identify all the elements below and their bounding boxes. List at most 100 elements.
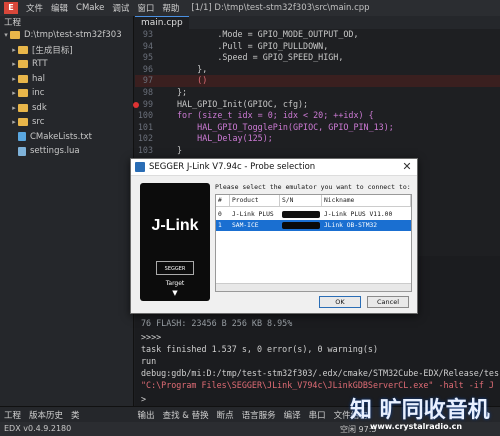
code-line[interactable]: 99 HAL_GPIO_Init(GPIOC, cfg); xyxy=(133,98,500,111)
watermark-text: 知 旷同收音机 xyxy=(350,398,490,423)
tree-item[interactable]: CMakeLists.txt xyxy=(0,130,133,145)
tree-item-label: inc xyxy=(32,88,45,99)
tree-item[interactable]: ▾ D:\tmp\test-stm32f303 xyxy=(0,28,133,43)
ok-button[interactable]: OK xyxy=(319,296,361,308)
code-text: () xyxy=(177,75,208,86)
line-number: 98 xyxy=(142,86,153,97)
code-line[interactable]: 100 for (size_t idx = 0; idx < 20; ++idx)… xyxy=(135,110,500,122)
tree-item[interactable]: ▸ sdk xyxy=(0,101,133,116)
code-text: }, xyxy=(177,63,208,74)
tab-breakpoints[interactable]: 断点 xyxy=(213,409,238,421)
probe-row-0[interactable]: 0 J-Link PLUS J-Link PLUS V11.00 xyxy=(216,209,411,220)
arrow-down-icon: ▼ xyxy=(172,289,178,297)
tree-item-label: hal xyxy=(32,73,45,84)
code-text: } xyxy=(177,144,183,155)
output-line: >>>> xyxy=(141,332,162,342)
tree-item[interactable]: ▸ [生成目标] xyxy=(0,43,133,58)
project-panel: 工程 ▾ D:\tmp\test-stm32f303 ▸ [生成目标] ▸ RTT ▸ hal… xyxy=(0,16,134,406)
tree-item[interactable]: settings.lua xyxy=(0,144,133,159)
code-line[interactable]: 93 .Mode = GPIO_MODE_OUTPUT_OD, xyxy=(135,29,500,41)
code-text: for (size_t idx = 0; idx < 20; ++idx) { xyxy=(177,110,374,121)
code-line[interactable]: 95 .Speed = GPIO_SPEED_HIGH, xyxy=(135,52,500,64)
code-line[interactable]: 98}; xyxy=(135,87,500,99)
folder-icon xyxy=(18,74,28,83)
segger-badge: SEGGER xyxy=(156,261,194,275)
code-line[interactable]: 102 HAL_Delay(125); xyxy=(135,133,500,145)
tree-item-label: CMakeLists.txt xyxy=(30,131,93,142)
horizontal-scrollbar[interactable] xyxy=(216,283,411,291)
tab-language-service[interactable]: 语言服务 xyxy=(238,409,280,421)
menu-file[interactable]: 文件 xyxy=(22,2,47,14)
menu-edit[interactable]: 编辑 xyxy=(47,2,72,14)
tab-output[interactable]: 输出 xyxy=(134,409,159,421)
line-number: 103 xyxy=(137,144,153,155)
menu-debug[interactable]: 调试 xyxy=(108,2,133,14)
tree-item[interactable]: ▸ src xyxy=(0,115,133,130)
output-line: > xyxy=(141,394,147,404)
file-icon xyxy=(18,132,26,142)
output-line: run xyxy=(141,356,157,366)
tab-build[interactable]: 编译 xyxy=(280,409,305,421)
line-number: 100 xyxy=(137,110,153,121)
folder-icon xyxy=(18,60,28,69)
chevron-right-icon[interactable]: ▸ xyxy=(10,60,18,68)
chevron-right-icon[interactable]: ▸ xyxy=(10,75,18,83)
line-number: 99 xyxy=(142,98,153,109)
code-line[interactable]: 101 HAL_GPIO_TogglePin(GPIOC, GPIO_PIN_1… xyxy=(135,122,500,134)
probe-product: J-Link PLUS xyxy=(232,211,274,218)
probe-row-1[interactable]: 1 SAM-ICE JLink OB-STM32 xyxy=(216,220,411,231)
probe-nickname: JLink OB-STM32 xyxy=(324,222,378,229)
menu-cmake[interactable]: CMake xyxy=(72,3,108,13)
tab-serial[interactable]: 串口 xyxy=(305,409,330,421)
chevron-right-icon[interactable]: ▸ xyxy=(10,104,18,112)
watermark-logo: 知 旷同收音机 www.crystalradio.cn xyxy=(350,392,500,436)
code-line[interactable]: 97 () xyxy=(135,75,500,87)
chevron-down-icon[interactable]: ▾ xyxy=(2,31,10,39)
editor-tabbar: main.cpp xyxy=(135,16,500,29)
tab-history[interactable]: 版本历史 xyxy=(25,409,67,421)
output-line: task finished 1.537 s, 0 error(s), 0 war… xyxy=(141,344,378,354)
folder-icon xyxy=(18,103,28,112)
line-number: 97 xyxy=(142,75,153,86)
code-text: .Mode = GPIO_MODE_OUTPUT_OD, xyxy=(177,29,359,39)
line-number: 93 xyxy=(142,29,153,39)
chevron-right-icon[interactable]: ▸ xyxy=(10,89,18,97)
probe-index: 0 xyxy=(218,211,222,218)
menu-window[interactable]: 窗口 xyxy=(133,2,158,14)
code-text: }; xyxy=(177,86,188,97)
col-index-header[interactable]: # xyxy=(216,195,230,207)
line-number: 101 xyxy=(137,121,153,132)
close-icon[interactable]: ✕ xyxy=(400,161,414,173)
app-logo-icon: E xyxy=(4,2,18,14)
menubar: E 文件 编辑 CMake 调试 窗口 帮助 [1/1] D:\tmp\test… xyxy=(0,0,500,16)
line-number: 95 xyxy=(142,52,153,63)
line-number: 96 xyxy=(142,63,153,74)
output-line: "C:\Program Files\SEGGER\JLink_V794c\JLi… xyxy=(141,380,494,390)
code-line[interactable]: 96 }, xyxy=(135,64,500,76)
col-product-header[interactable]: Product xyxy=(230,195,280,207)
menu-help[interactable]: 帮助 xyxy=(158,2,183,14)
col-nickname-header[interactable]: Nickname xyxy=(322,195,411,207)
chevron-right-icon[interactable]: ▸ xyxy=(10,118,18,126)
window-title: [1/1] D:\tmp\test-stm32f303\src\main.cpp xyxy=(191,3,370,13)
tab-main-cpp[interactable]: main.cpp xyxy=(135,16,189,29)
tree-item[interactable]: ▸ inc xyxy=(0,86,133,101)
cancel-button[interactable]: Cancel xyxy=(367,296,409,308)
probe-list[interactable]: # Product S/N Nickname 0 J-Link PLUS J-L… xyxy=(215,194,412,292)
tab-find-replace[interactable]: 查找 & 替换 xyxy=(159,409,213,421)
redacted-serial xyxy=(282,222,320,229)
line-number: 102 xyxy=(137,133,153,144)
tree-item[interactable]: ▸ RTT xyxy=(0,57,133,72)
col-sn-header[interactable]: S/N xyxy=(280,195,322,207)
folder-icon xyxy=(18,118,28,127)
tab-project[interactable]: 工程 xyxy=(0,409,25,421)
code-line[interactable]: 103} xyxy=(135,145,500,157)
tree-item-label: [生成目标] xyxy=(32,45,73,56)
tree-item-label: RTT xyxy=(32,59,48,70)
tree-item-label: settings.lua xyxy=(30,146,80,157)
tree-item-label: sdk xyxy=(32,102,47,113)
tab-classes[interactable]: 类 xyxy=(67,409,84,421)
tree-item[interactable]: ▸ hal xyxy=(0,72,133,87)
chevron-right-icon[interactable]: ▸ xyxy=(10,46,18,54)
code-line[interactable]: 94 .Pull = GPIO_PULLDOWN, xyxy=(135,41,500,53)
